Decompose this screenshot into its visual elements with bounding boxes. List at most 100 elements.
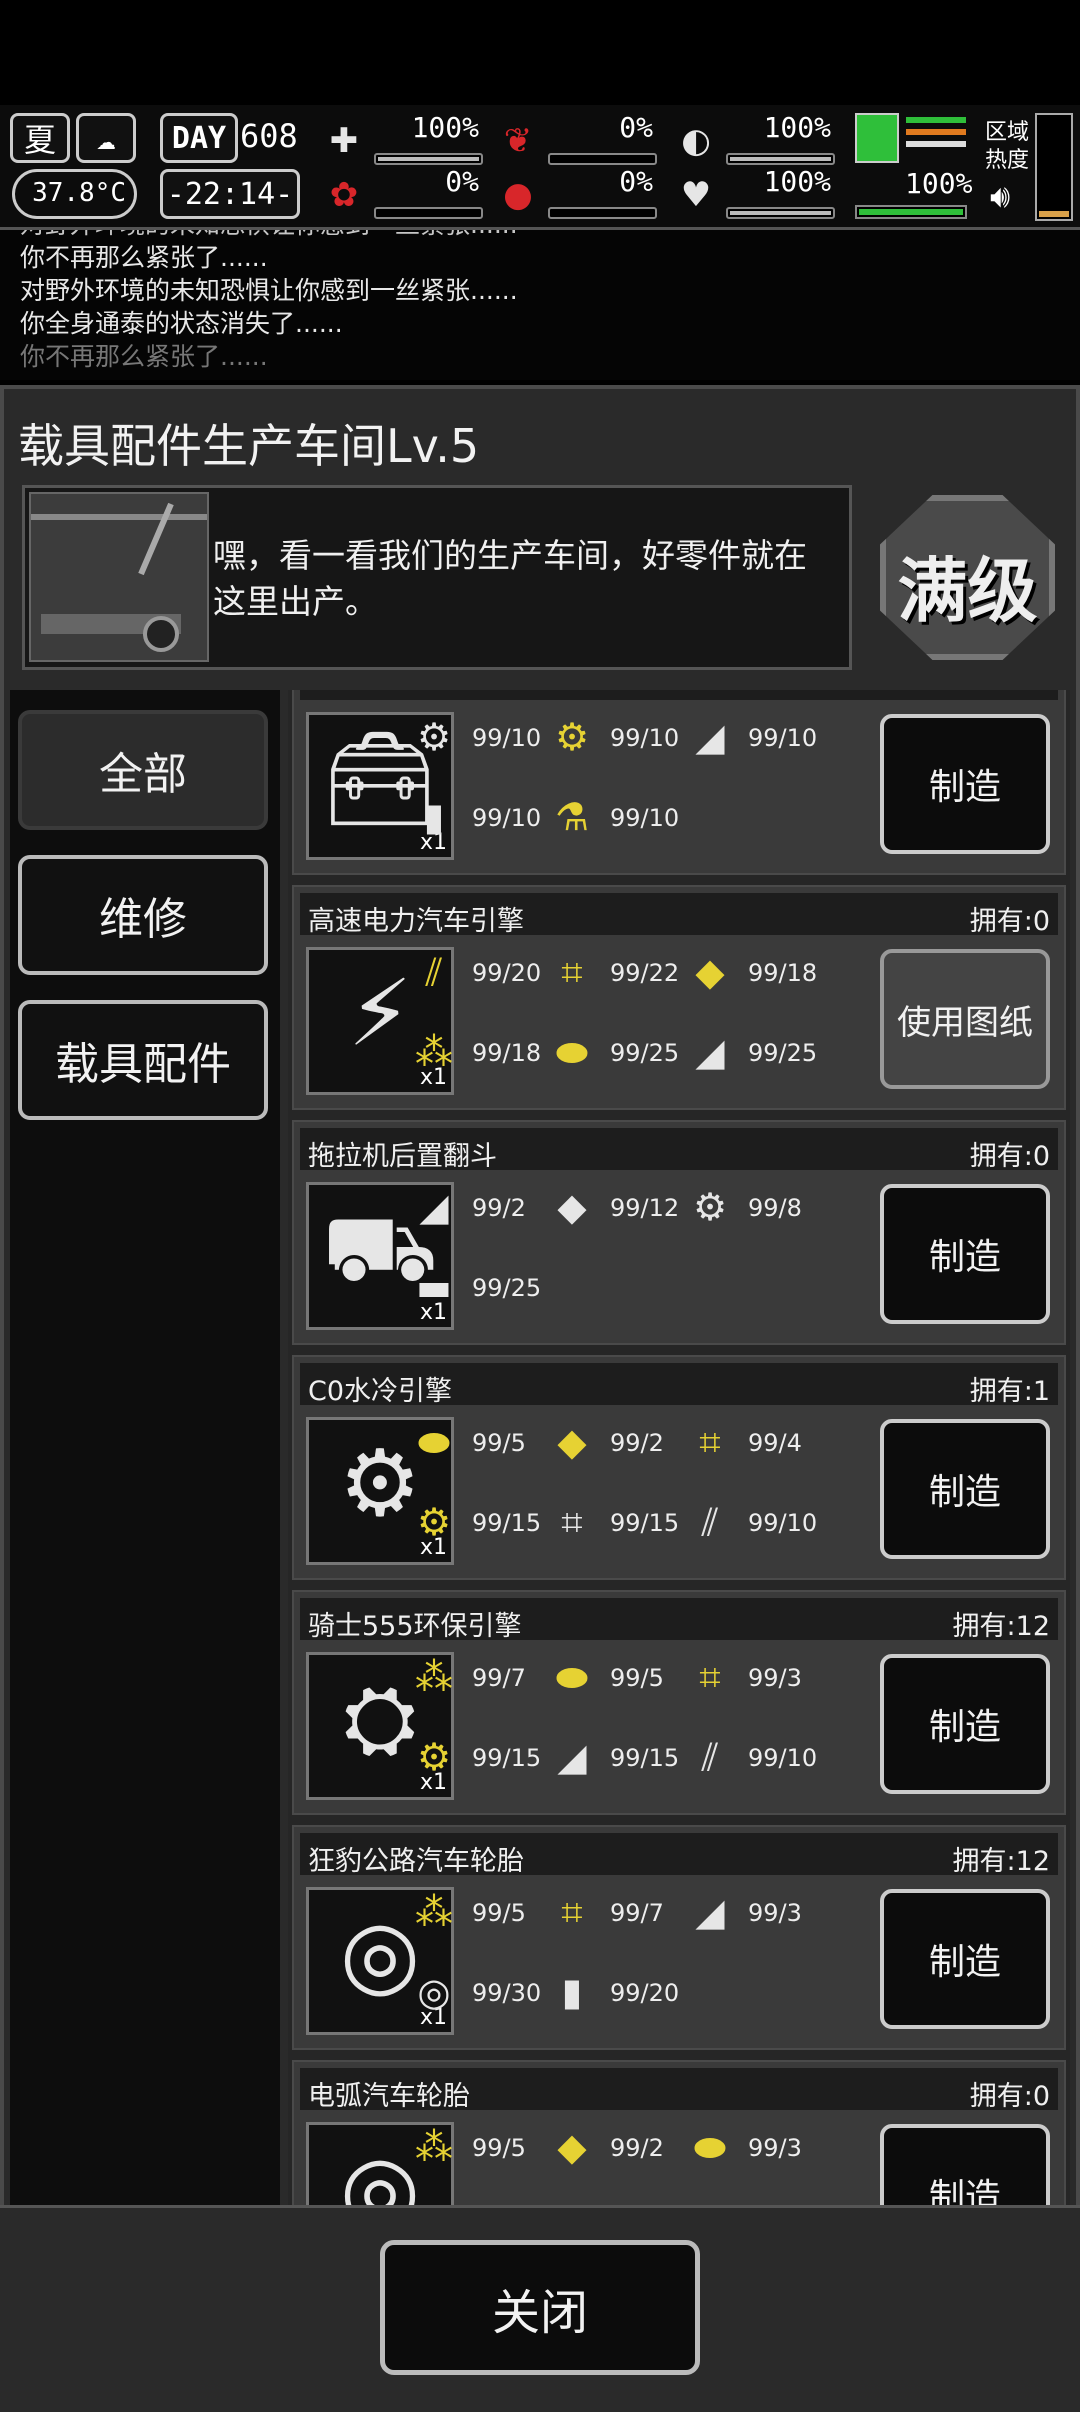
close-button[interactable]: 关闭 <box>380 2240 700 2375</box>
material-count: 99/2 <box>610 1429 664 1457</box>
medkit-icon: ✚ <box>329 121 359 161</box>
recipe-name: 狂豹公路汽车轮胎 <box>308 1846 524 1877</box>
material-count: 99/10 <box>610 804 680 832</box>
oil-can-icon: ▮ <box>561 1970 583 2014</box>
material-count: 99/10 <box>472 804 542 832</box>
material-count: 99/7 <box>472 1664 526 1692</box>
material-requirement: ⫽ 99/10 <box>684 1497 864 1547</box>
recipe-owned-count: 拥有:0 <box>969 1141 1050 1172</box>
category-all-button[interactable]: 全部 <box>18 710 268 830</box>
metal-sheet-icon: ◢ <box>695 1030 725 1074</box>
coil-icon: ⬬ <box>693 2124 727 2169</box>
stamina-bar-fill <box>859 209 963 215</box>
metal-sheet-icon: ◢ <box>557 1735 587 1779</box>
coil-icon: ⬬ <box>555 1654 589 1699</box>
material-count: 99/3 <box>748 1664 802 1692</box>
day-counter: 608 <box>240 117 298 155</box>
craft-button[interactable]: 制造 <box>880 1419 1050 1559</box>
metal-sheet-icon: ◢ <box>419 1185 449 1229</box>
event-log: 对野外环境的未知恐惧让你感到一丝紧张...... 你不再那么紧张了...... … <box>0 230 1080 380</box>
temperature-readout: 37.8°C <box>12 169 137 219</box>
stomach-icon: ❦ <box>503 121 533 161</box>
material-requirement: ⌗ 99/4 <box>684 1417 864 1467</box>
recipe-list[interactable]: 🧰︎ x1 ⚙ 99/10 ⚙ 99/10 ◢ 99/10 ▮ 99/10 ⚗ 99/10 制造 高速电力… <box>288 690 1070 2205</box>
rubber-icon: ◎ <box>417 1970 451 2014</box>
day-label: DAY <box>160 113 238 163</box>
material-count: 99/4 <box>748 1429 802 1457</box>
season-badge: 夏 <box>10 113 70 163</box>
gears-icon: ⚙ <box>416 1735 452 1779</box>
ingot-icon: ▬ <box>416 1265 452 1309</box>
wires-icon: ⫽ <box>701 1499 719 1544</box>
thirst-stat: ◐ 100% <box>670 111 835 171</box>
recipe-header: 电弧汽车轮胎 拥有:0 <box>300 2068 1058 2112</box>
material-count: 99/15 <box>472 1744 542 1772</box>
circuit-icon: ⌗ <box>699 1419 721 1464</box>
wires-icon: ⫽ <box>701 1734 719 1779</box>
material-count: 99/2 <box>472 1194 526 1222</box>
craft-button[interactable]: 制造 <box>880 714 1050 854</box>
material-count: 99/5 <box>610 1664 664 1692</box>
material-count: 99/2 <box>610 2134 664 2162</box>
material-count: 99/15 <box>610 1744 680 1772</box>
metal-sheet-icon: ◢ <box>695 1890 725 1934</box>
material-count: 99/5 <box>472 1429 526 1457</box>
material-requirement: ⚗ 99/10 <box>546 792 726 842</box>
coil-icon: ⬬ <box>417 1419 451 1464</box>
gears-icon: ⚙ <box>416 1500 452 1544</box>
sound-icon[interactable]: 🔊︎ <box>990 177 1010 216</box>
recipe-header: C0水冷引擎 拥有:1 <box>300 1363 1058 1407</box>
material-count: 99/8 <box>748 1194 802 1222</box>
plate-icon: ◆ <box>557 1420 587 1464</box>
material-count: 99/10 <box>748 724 818 752</box>
material-requirement: ▬ 99/25 <box>408 1262 588 1312</box>
recipe-card: 骑士555环保引擎 拥有:12 ⛭ x1 ⁂ 99/7 ⬬ 99/5 ⌗ 99/3 ⚙ 99/15 ◢ 9… <box>292 1590 1066 1815</box>
recipe-header: 骑士555环保引擎 拥有:12 <box>300 1598 1058 1642</box>
recipe-header: 高速电力汽车引擎 拥有:0 <box>300 893 1058 937</box>
log-line: 对野外环境的未知恐惧让你感到一丝紧张...... <box>0 230 1080 241</box>
plate-icon: ◆ <box>557 2125 587 2169</box>
recipe-header: 狂豹公路汽车轮胎 拥有:12 <box>300 1833 1058 1877</box>
material-count: 99/25 <box>748 1039 818 1067</box>
material-count: 99/22 <box>610 959 680 987</box>
use-blueprint-button[interactable]: 使用图纸 <box>880 949 1050 1089</box>
heart-icon: ♥ <box>680 175 712 215</box>
recipe-name: 骑士555环保引擎 <box>308 1611 522 1642</box>
material-count: 99/3 <box>748 1899 802 1927</box>
material-count: 99/3 <box>748 2134 802 2162</box>
material-count: 99/18 <box>472 1039 542 1067</box>
material-requirement: ⚙ 99/8 <box>684 1182 864 1232</box>
recipe-owned-count: 拥有:0 <box>969 906 1050 937</box>
circuit-icon: ⌗ <box>561 1889 583 1934</box>
craft-button[interactable]: 制造 <box>880 2124 1050 2205</box>
material-count: 99/25 <box>610 1039 680 1067</box>
log-line: 对野外环境的未知恐惧让你感到一丝紧张...... <box>20 276 518 305</box>
brain-icon: ✿ <box>329 175 359 215</box>
material-count: 99/15 <box>472 1509 542 1537</box>
material-requirement: ⫽ 99/10 <box>684 1732 864 1782</box>
gears-icon: ⚙ <box>692 1185 728 1229</box>
craft-button[interactable]: 制造 <box>880 1654 1050 1794</box>
material-count: 99/20 <box>610 1979 680 2007</box>
water-bottle-icon: ◐ <box>681 121 711 161</box>
category-repair-button[interactable]: 维修 <box>18 855 268 975</box>
category-sidebar: 全部 维修 载具配件 <box>10 690 280 2205</box>
material-requirement: ▮ 99/20 <box>546 1967 726 2017</box>
mental-stat: ✿ 0% <box>318 165 483 225</box>
thirst-bar-fill <box>730 157 831 161</box>
recipe-card: 狂豹公路汽车轮胎 拥有:12 ◎ x1 ⁂ 99/5 ⌗ 99/7 ◢ 99/3 ◎ 99/30 ▮ 99… <box>292 1825 1066 2050</box>
scrap-icon: ⁂ <box>415 2125 453 2169</box>
zone-heat-label: 区域 热度 <box>985 120 1030 173</box>
metal-sheet-icon: ◢ <box>695 715 725 759</box>
craft-button[interactable]: 制造 <box>880 1889 1050 2029</box>
recipe-owned-count: 拥有:1 <box>969 1376 1050 1407</box>
weather-icon: ☁ <box>76 113 136 163</box>
material-count: 99/10 <box>472 724 542 752</box>
plate-icon: ◆ <box>557 1185 587 1229</box>
material-requirement: ◢ 99/3 <box>684 1887 864 1937</box>
scrap-icon: ⁂ <box>415 1030 453 1074</box>
blood-drop-icon: ● <box>503 175 533 215</box>
plate-icon: ◆ <box>695 950 725 994</box>
category-vehicle-parts-button[interactable]: 载具配件 <box>18 1000 268 1120</box>
craft-button[interactable]: 制造 <box>880 1184 1050 1324</box>
